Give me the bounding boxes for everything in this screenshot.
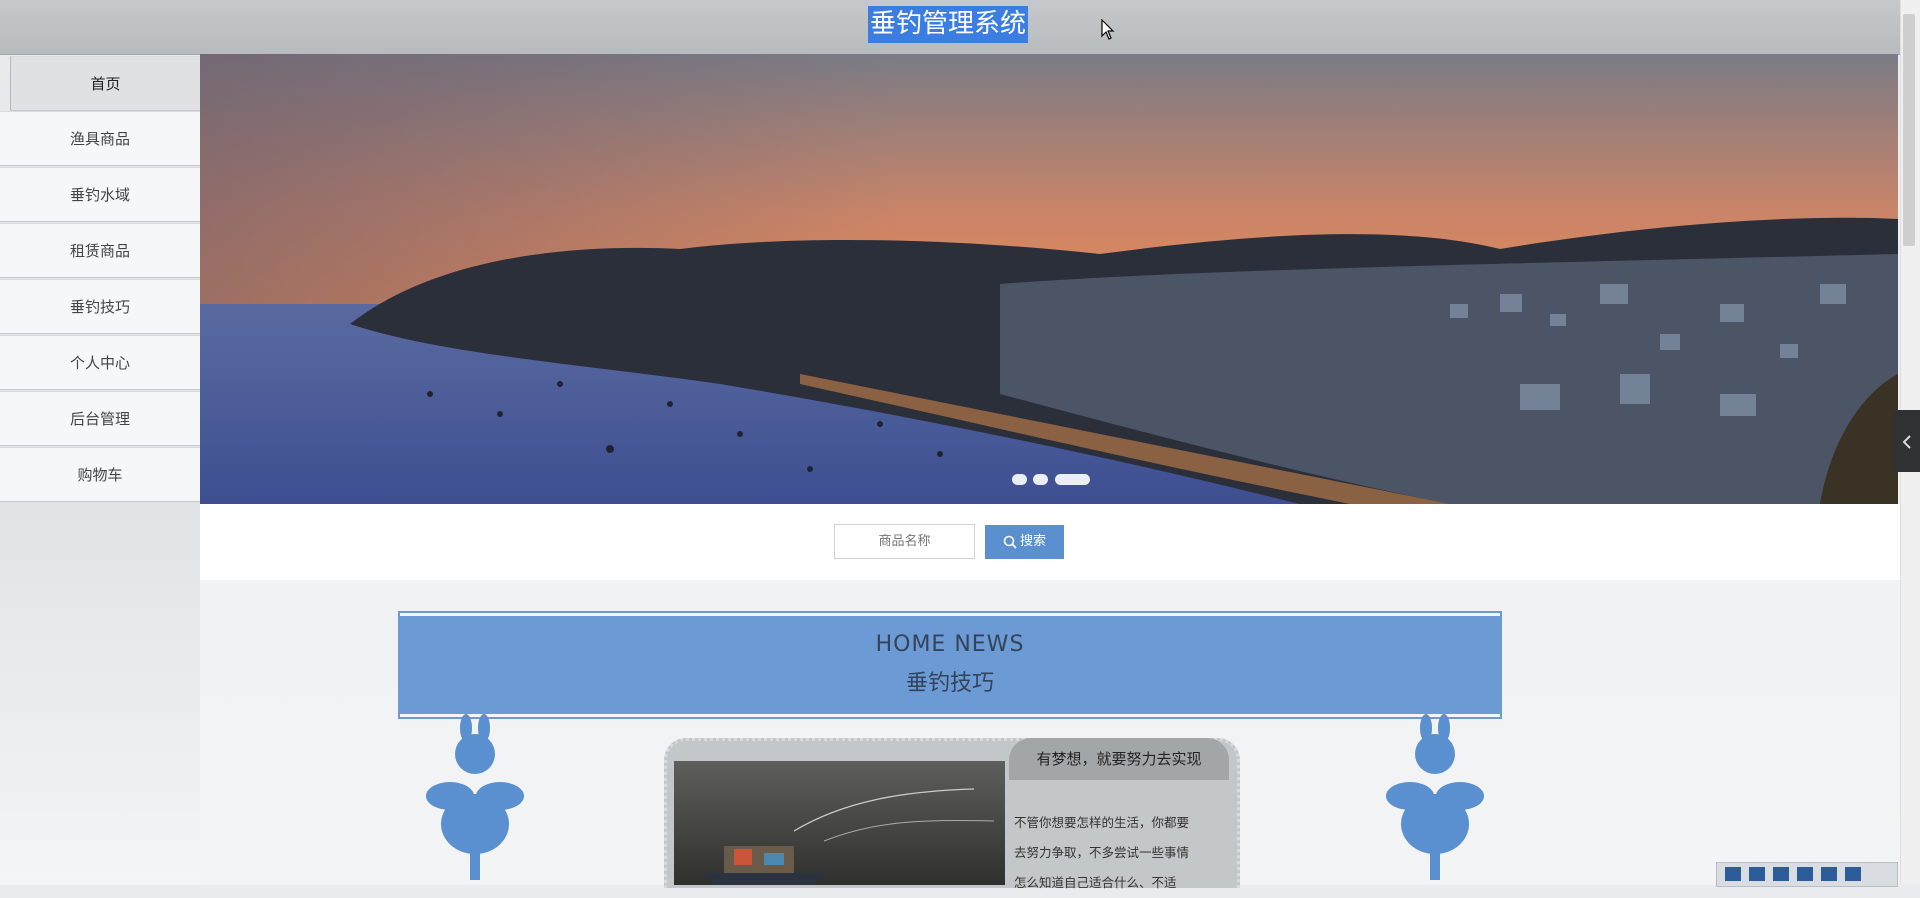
nav-item-cart[interactable]: 购物车 <box>0 447 200 502</box>
article-title[interactable]: 有梦想，就要努力去实现 <box>1009 738 1229 780</box>
carousel-dot-1[interactable] <box>1012 474 1027 485</box>
carousel-dot-2[interactable] <box>1033 474 1048 485</box>
nav-item-fishing-tips[interactable]: 垂钓技巧 <box>0 279 200 334</box>
mouse-cursor-icon <box>1101 19 1115 40</box>
chevron-left-icon <box>1902 434 1911 449</box>
tray-icon[interactable] <box>1749 867 1765 881</box>
banner-carousel[interactable] <box>200 54 1898 504</box>
excerpt-line: 怎么知道自己适合什么、不适 <box>1014 875 1177 890</box>
article-image[interactable] <box>674 761 1005 885</box>
tray-icon[interactable] <box>1725 867 1741 881</box>
search-input[interactable] <box>834 524 975 559</box>
nav-item-fishing-waters[interactable]: 垂钓水域 <box>0 167 200 222</box>
search-button-label: 搜索 <box>1019 534 1046 549</box>
nav-item-fishing-gear[interactable]: 渔具商品 <box>0 111 200 166</box>
nav-item-rental-goods[interactable]: 租赁商品 <box>0 223 200 278</box>
rabbit-decoration-icon <box>1386 714 1484 880</box>
excerpt-line: 去努力争取，不多尝试一些事情 <box>1014 845 1190 860</box>
tray-icon[interactable] <box>1797 867 1813 881</box>
carousel-dot-3-active[interactable] <box>1055 474 1090 485</box>
tray-icon[interactable] <box>1845 867 1861 881</box>
system-tray <box>1716 862 1898 887</box>
search-icon <box>1003 535 1017 549</box>
news-heading-cn: 垂钓技巧 <box>905 671 994 696</box>
harbor-sunset-image <box>200 54 1898 504</box>
side-panel-toggle[interactable] <box>1893 410 1920 472</box>
fishing-boat-image <box>674 761 1005 885</box>
nav-item-personal-center[interactable]: 个人中心 <box>0 335 200 390</box>
search-button[interactable]: 搜索 <box>985 525 1064 559</box>
excerpt-line: 不管你想要怎样的生活，你都要 <box>1014 815 1190 830</box>
nav-item-home[interactable]: 首页 <box>10 56 200 111</box>
tray-icon[interactable] <box>1773 867 1789 881</box>
site-title: 垂钓管理系统 <box>868 6 1029 43</box>
tray-icon[interactable] <box>1821 867 1837 881</box>
news-heading-en: HOME NEWS <box>875 632 1025 657</box>
rabbit-decoration-icon <box>426 714 524 880</box>
scrollbar-thumb[interactable] <box>1903 14 1915 246</box>
nav-item-admin[interactable]: 后台管理 <box>0 391 200 446</box>
